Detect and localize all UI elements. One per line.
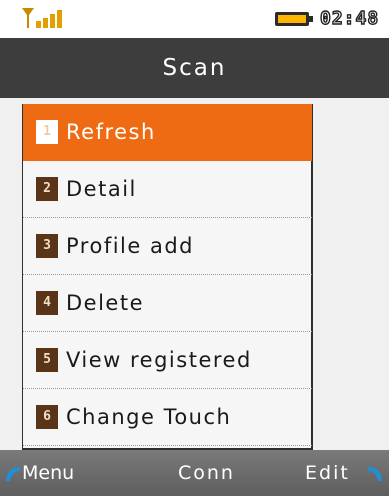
menu-item-label: Refresh [66,120,156,144]
menu-item-detail[interactable]: 2 Detail [23,161,312,218]
menu-item-number: 2 [36,177,58,201]
menu-item-label: View registered [66,348,252,372]
menu-item-number: 6 [36,405,58,429]
right-softkey-corner-icon [368,467,382,481]
title-bar: Scan [0,38,389,98]
menu-item-refresh[interactable]: 1 Refresh [23,104,312,161]
menu-item-number: 5 [36,348,58,372]
softkey-bar: Menu Conn Edit [0,450,389,496]
options-menu: 1 Refresh 2 Detail 3 Profile add 4 Delet… [22,104,313,450]
signal-strength-icon [22,8,62,28]
edit-softkey[interactable]: Edit [305,450,350,496]
battery-icon [275,12,313,26]
menu-item-number: 1 [36,120,58,144]
menu-item-label: Delete [66,291,144,315]
menu-item-change-touch[interactable]: 6 Change Touch [23,389,312,446]
status-bar: 02:48 [0,0,389,38]
menu-item-profile-add[interactable]: 3 Profile add [23,218,312,275]
menu-item-label: Profile add [66,234,195,258]
menu-item-number: 3 [36,234,58,258]
left-softkey-corner-icon [6,467,20,481]
conn-softkey[interactable]: Conn [178,450,235,496]
menu-item-view-registered[interactable]: 5 View registered [23,332,312,389]
menu-softkey[interactable]: Menu [22,450,74,496]
menu-item-label: Detail [66,177,137,201]
clock: 02:48 [319,7,380,29]
menu-item-label: Change Touch [66,405,232,429]
menu-item-number: 4 [36,291,58,315]
page-title: Scan [162,55,227,81]
menu-item-delete[interactable]: 4 Delete [23,275,312,332]
